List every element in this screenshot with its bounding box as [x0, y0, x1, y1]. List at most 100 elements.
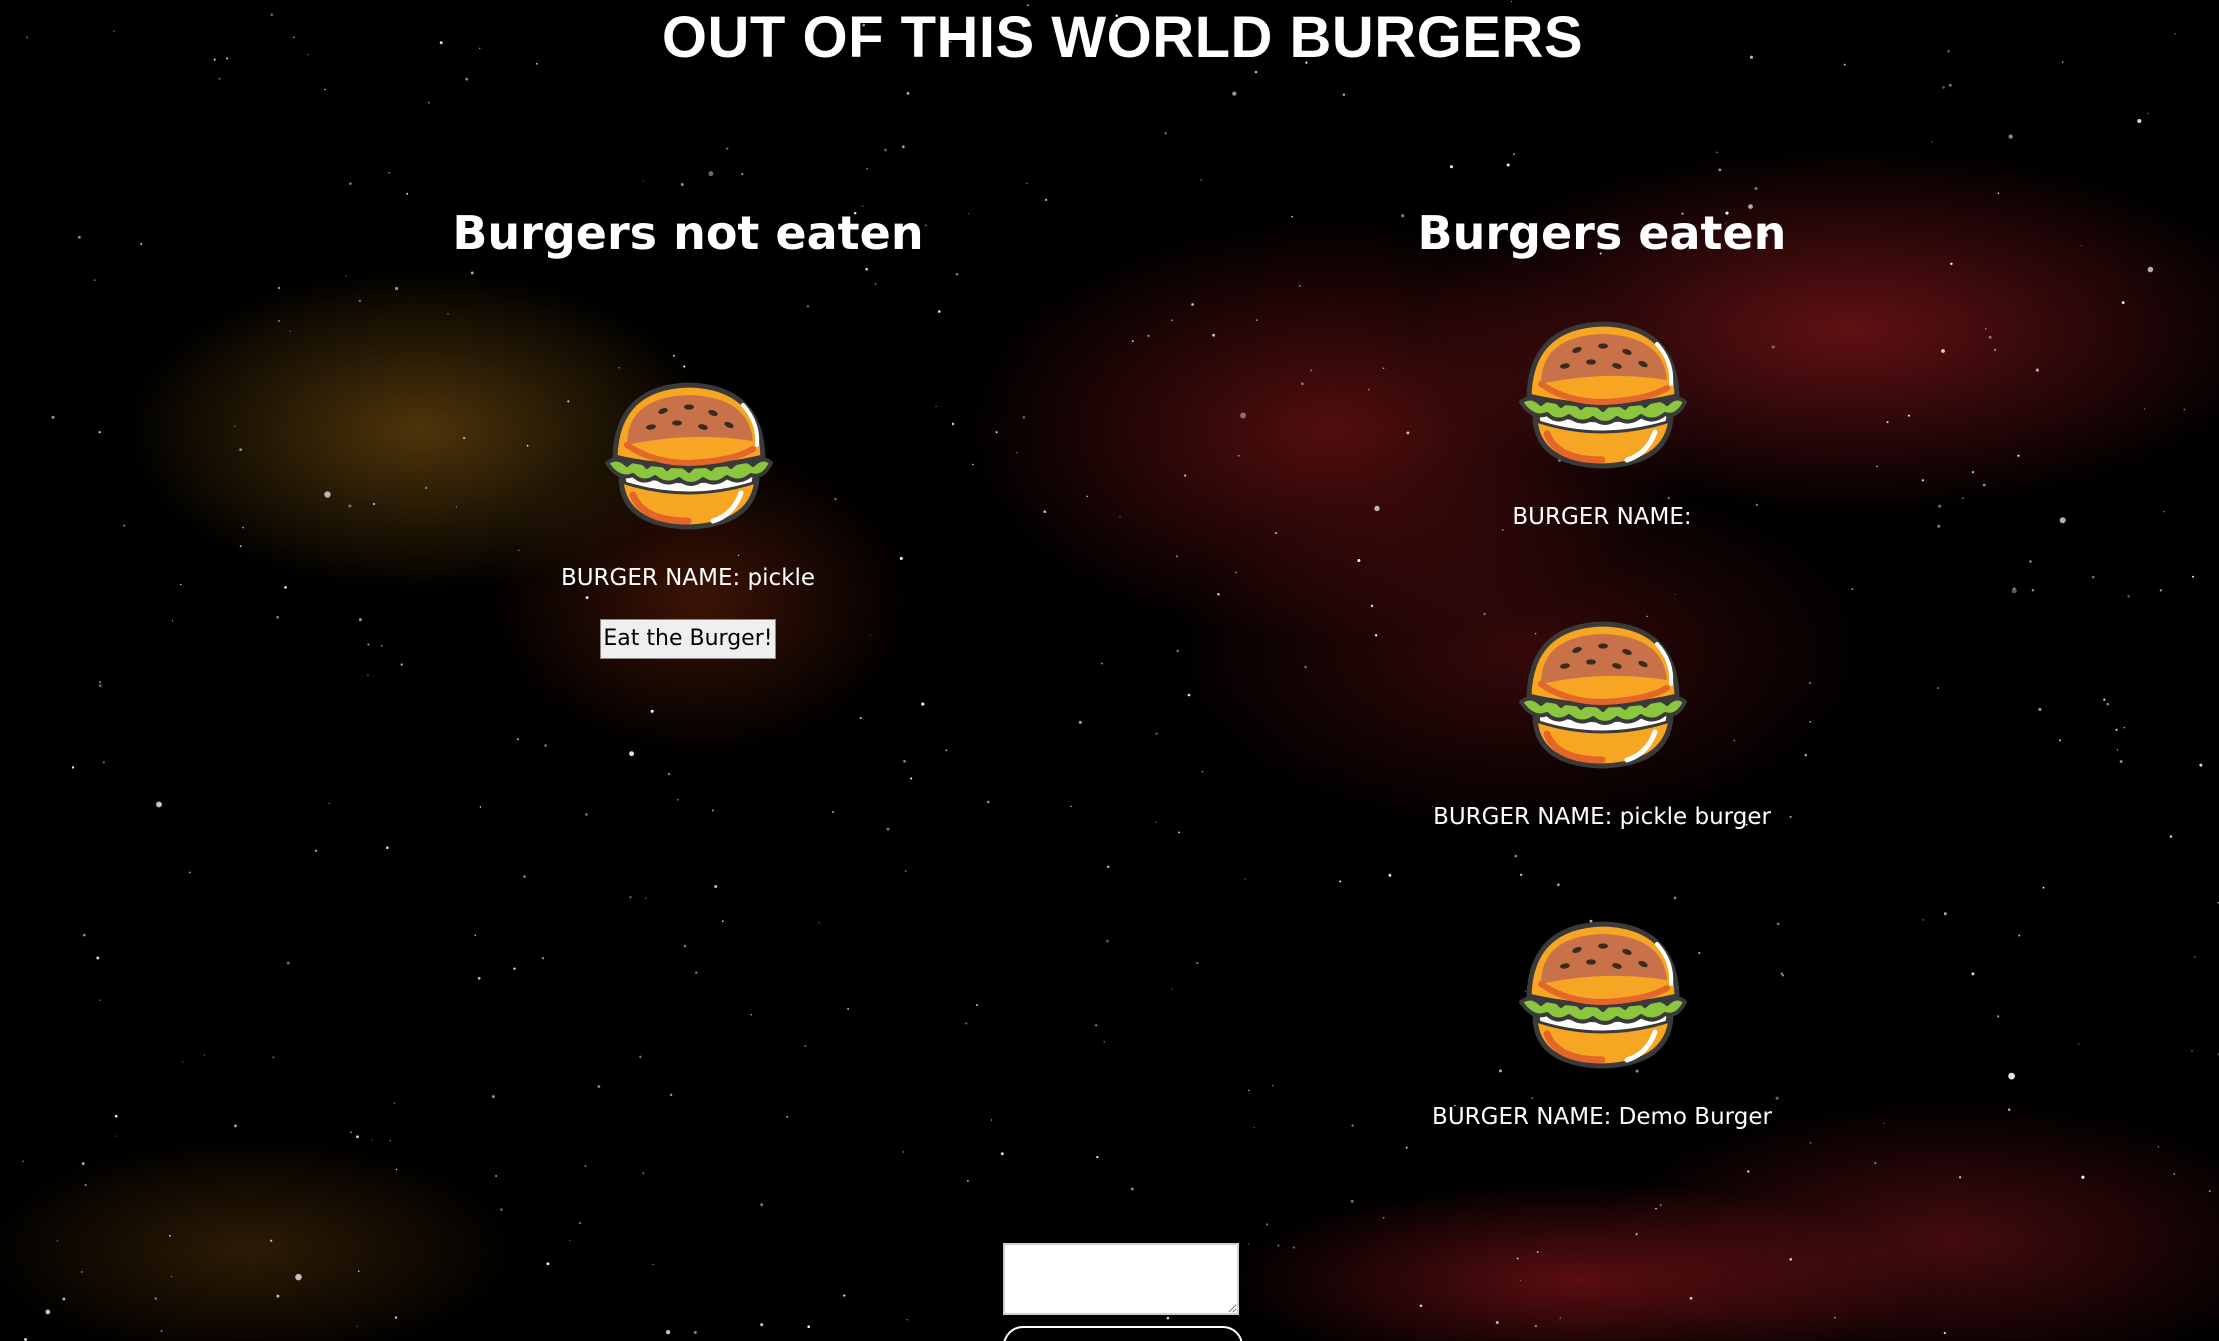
page-title: OUT OF THIS WORLD BURGERS — [661, 5, 1584, 70]
star — [676, 798, 679, 801]
star — [1166, 1316, 1170, 1320]
star — [51, 415, 55, 419]
star — [2018, 934, 2021, 937]
star — [1383, 1217, 1385, 1219]
star — [639, 1055, 642, 1058]
star — [1635, 1233, 1638, 1236]
star — [1506, 163, 1510, 167]
star — [2137, 118, 2142, 124]
eat-burger-button[interactable]: Eat the Burger! — [600, 619, 776, 659]
star — [903, 759, 906, 763]
star — [1103, 1041, 1106, 1043]
star — [1997, 1015, 2000, 1018]
star — [986, 800, 990, 804]
burger-name-input[interactable] — [1003, 1243, 1239, 1315]
star — [356, 1135, 359, 1139]
burger-icon — [1507, 314, 1697, 474]
star — [695, 971, 698, 974]
star — [324, 88, 326, 91]
star — [1534, 1324, 1538, 1328]
star — [495, 1174, 498, 1178]
star — [680, 182, 684, 187]
star — [395, 1168, 398, 1171]
star — [741, 172, 744, 176]
star — [1985, 328, 1987, 330]
star — [1275, 532, 1278, 535]
star — [1339, 880, 1342, 883]
submit-burger-button[interactable] — [1003, 1326, 1243, 1341]
star — [578, 1221, 582, 1225]
star — [818, 922, 820, 924]
star — [81, 1162, 85, 1166]
star — [96, 956, 100, 960]
star — [874, 282, 877, 285]
star — [866, 167, 869, 170]
star — [234, 425, 236, 427]
star — [180, 583, 182, 586]
star — [714, 884, 718, 889]
star — [1191, 303, 1194, 306]
star — [2199, 763, 2203, 767]
star — [388, 172, 390, 174]
star — [2208, 1190, 2211, 1192]
star — [2008, 1072, 2015, 1080]
star — [295, 1273, 302, 1281]
star — [1342, 93, 1346, 96]
star — [45, 1309, 51, 1315]
star — [1520, 873, 1523, 876]
burgers-not-eaten-column: Burgers not eaten BURGER NAME: pickle Ea… — [338, 200, 1038, 659]
star — [2157, 1146, 2159, 1148]
star — [1512, 153, 1516, 156]
star — [1106, 939, 1109, 943]
star — [1266, 1223, 1269, 1226]
star — [523, 875, 526, 878]
star — [955, 272, 959, 276]
star — [804, 1045, 807, 1048]
star — [1175, 555, 1178, 558]
star — [2193, 956, 2196, 958]
star — [843, 1294, 846, 1297]
star — [786, 1115, 789, 1118]
eaten-heading: Burgers eaten — [1417, 206, 1787, 260]
star — [2103, 698, 2106, 701]
star — [272, 1056, 275, 1059]
star — [1244, 878, 1246, 880]
star — [328, 802, 330, 804]
star — [1070, 805, 1072, 808]
star — [491, 1095, 495, 1099]
star — [1131, 340, 1134, 343]
star — [2147, 266, 2154, 273]
star — [2106, 702, 2110, 706]
star — [886, 827, 890, 831]
star — [400, 663, 403, 666]
star — [965, 1022, 968, 1025]
star — [1298, 284, 1301, 288]
star — [2091, 575, 2095, 579]
star — [314, 849, 318, 853]
star — [584, 1165, 587, 1167]
star — [546, 1262, 550, 1266]
star — [203, 1054, 206, 1056]
star — [1201, 770, 1204, 773]
burger-name-label: BURGER NAME: Demo Burger — [1432, 1104, 1772, 1130]
star — [1277, 1244, 1280, 1247]
star — [568, 1239, 571, 1242]
star — [242, 526, 244, 529]
star — [650, 709, 654, 713]
star — [188, 871, 191, 874]
star — [427, 101, 430, 104]
star — [1240, 412, 1247, 419]
star — [479, 806, 482, 808]
star — [277, 286, 281, 290]
star — [1971, 470, 1975, 474]
star — [1673, 896, 1677, 900]
star — [1747, 1170, 1750, 1173]
star — [350, 1131, 352, 1133]
star — [465, 77, 469, 81]
star — [1962, 497, 1964, 499]
star — [1044, 198, 1048, 202]
star — [629, 751, 635, 757]
star — [2116, 749, 2119, 751]
star — [1449, 165, 1453, 169]
star — [1557, 883, 1560, 887]
